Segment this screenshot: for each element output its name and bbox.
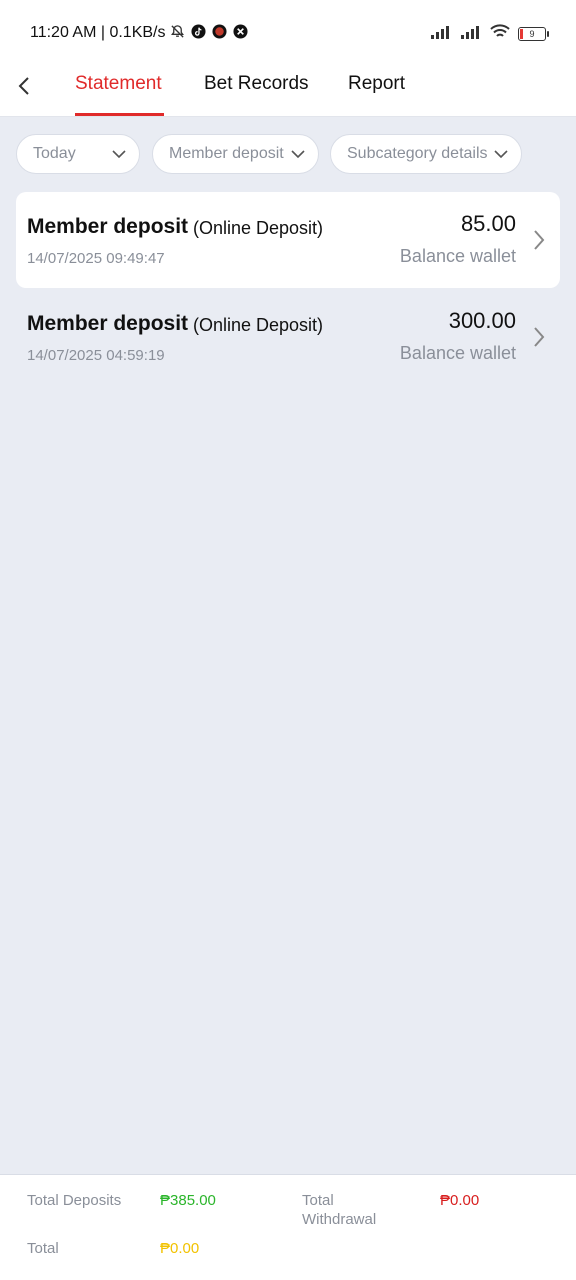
signal-icon-2 xyxy=(460,25,482,44)
app-badge-icon xyxy=(212,24,227,39)
total-withdrawal-value: ₱0.00 xyxy=(440,1192,480,1209)
summary-footer: Total Deposits ₱385.00 Total Withdrawal … xyxy=(0,1174,576,1280)
chevron-right-icon xyxy=(534,230,545,250)
signal-icon xyxy=(430,25,452,44)
list-item[interactable]: Member deposit (Online Deposit) 14/07/20… xyxy=(16,289,560,385)
tab-bet-records[interactable]: Bet Records xyxy=(204,73,309,116)
notification-icons xyxy=(170,24,248,39)
subcategory-filter-label: Subcategory details xyxy=(347,145,488,162)
list-item[interactable]: Member deposit (Online Deposit) 14/07/20… xyxy=(16,192,560,288)
record-subtitle: (Online Deposit) xyxy=(193,218,324,238)
record-date: 14/07/2025 04:59:19 xyxy=(27,347,165,364)
top-navigation: Statement Bet Records Report xyxy=(0,64,576,117)
record-wallet: Balance wallet xyxy=(399,343,516,363)
wifi-icon xyxy=(490,24,510,44)
battery-level: 9 xyxy=(529,29,535,39)
record-date: 14/07/2025 09:49:47 xyxy=(27,250,165,267)
total-deposits-label: Total Deposits xyxy=(27,1192,122,1209)
total-label: Total xyxy=(27,1240,59,1257)
battery-icon: 9 xyxy=(518,27,549,41)
filter-bar: Today Member deposit Subcategory details xyxy=(0,132,576,178)
back-button[interactable] xyxy=(12,72,42,102)
record-wallet: Balance wallet xyxy=(399,246,516,266)
record-title: Member deposit xyxy=(27,215,189,238)
total-deposits-value: ₱385.00 xyxy=(160,1192,216,1209)
chevron-down-icon xyxy=(112,150,126,159)
record-subtitle: (Online Deposit) xyxy=(193,315,324,335)
chevron-right-icon xyxy=(534,327,545,347)
date-filter-dropdown[interactable]: Today xyxy=(16,134,140,174)
chevron-left-icon xyxy=(18,77,29,95)
total-value: ₱0.00 xyxy=(160,1240,200,1257)
category-filter-dropdown[interactable]: Member deposit xyxy=(152,134,319,174)
chevron-down-icon xyxy=(291,150,305,159)
status-time: 11:20 AM | 0.1KB/s xyxy=(30,24,166,41)
app-cross-icon xyxy=(233,24,248,39)
bell-off-icon xyxy=(170,24,185,39)
record-amount: 85.00 xyxy=(460,211,516,236)
tab-report[interactable]: Report xyxy=(348,73,405,116)
record-title: Member deposit xyxy=(27,312,189,335)
total-withdrawal-label: Total xyxy=(302,1192,334,1209)
tiktok-icon xyxy=(191,24,206,39)
status-bar: 11:20 AM | 0.1KB/s 9 xyxy=(0,0,576,64)
status-right-icons: 9 xyxy=(430,24,549,44)
subcategory-filter-dropdown[interactable]: Subcategory details xyxy=(330,134,522,174)
record-amount: 300.00 xyxy=(448,308,516,333)
chevron-down-icon xyxy=(494,150,508,159)
date-filter-label: Today xyxy=(33,145,76,162)
total-withdrawal-label-2: Withdrawal xyxy=(302,1211,377,1228)
category-filter-label: Member deposit xyxy=(169,145,284,162)
tab-statement[interactable]: Statement xyxy=(75,73,164,116)
